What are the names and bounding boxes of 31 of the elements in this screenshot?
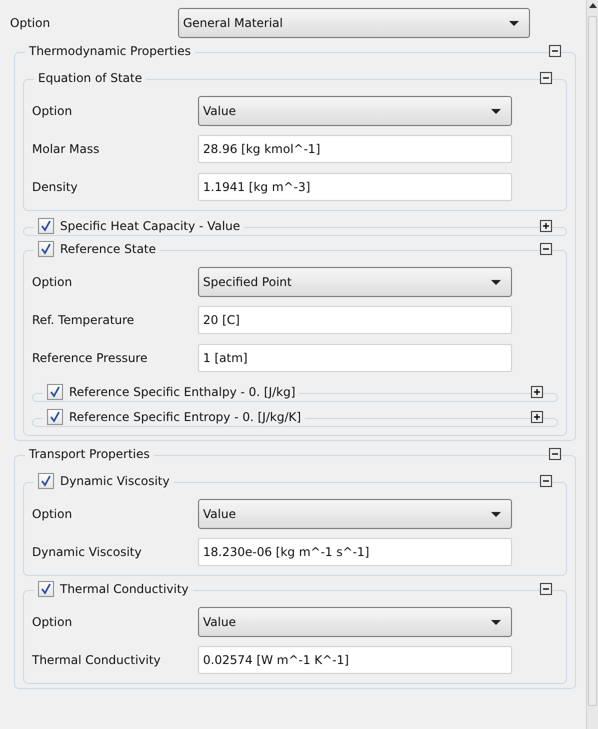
dropdown[interactable]: Value <box>198 96 512 126</box>
group-title: Thermal Conductivity <box>60 581 189 598</box>
input-field[interactable]: 18.230e-06 [kg m^-1 s^-1] <box>198 538 512 566</box>
dropdown[interactable]: General Material <box>178 8 530 38</box>
input-field[interactable]: 20 [C] <box>198 306 512 334</box>
input-field[interactable]: 28.96 [kg kmol^-1] <box>198 135 512 163</box>
field-label: Option <box>10 15 52 32</box>
group-title: Reference State <box>60 241 156 258</box>
field-label: Ref. Temperature <box>32 312 136 329</box>
dropdown[interactable]: Value <box>198 607 512 637</box>
input-field[interactable]: 0.02574 [W m^-1 K^-1] <box>198 646 512 674</box>
field-label: Reference Pressure <box>32 350 148 367</box>
field-label: Option <box>32 103 74 120</box>
field-label: Option <box>32 506 74 523</box>
field-label: Thermal Conductivity <box>32 652 162 669</box>
group-title: Thermodynamic Properties <box>29 43 191 60</box>
group-title: Reference Specific Entropy - 0. [J/kg/K] <box>69 409 302 426</box>
input-field[interactable]: 1.1941 [kg m^-3] <box>198 173 512 201</box>
field-label: Option <box>32 274 74 291</box>
group-title: Dynamic Viscosity <box>60 473 170 490</box>
field-label: Molar Mass <box>32 141 100 158</box>
field-label: Dynamic Viscosity <box>32 544 143 561</box>
group-title: Equation of State <box>38 70 142 87</box>
group-title: Transport Properties <box>29 446 150 463</box>
dropdown[interactable]: Specified Point <box>198 267 512 297</box>
field-label: Density <box>32 179 79 196</box>
dropdown[interactable]: Value <box>198 499 512 529</box>
group-title: Specific Heat Capacity - Value <box>60 218 240 235</box>
input-field[interactable]: 1 [atm] <box>198 344 512 372</box>
group-title: Reference Specific Enthalpy - 0. [J/kg] <box>69 384 296 401</box>
field-label: Option <box>32 614 74 631</box>
